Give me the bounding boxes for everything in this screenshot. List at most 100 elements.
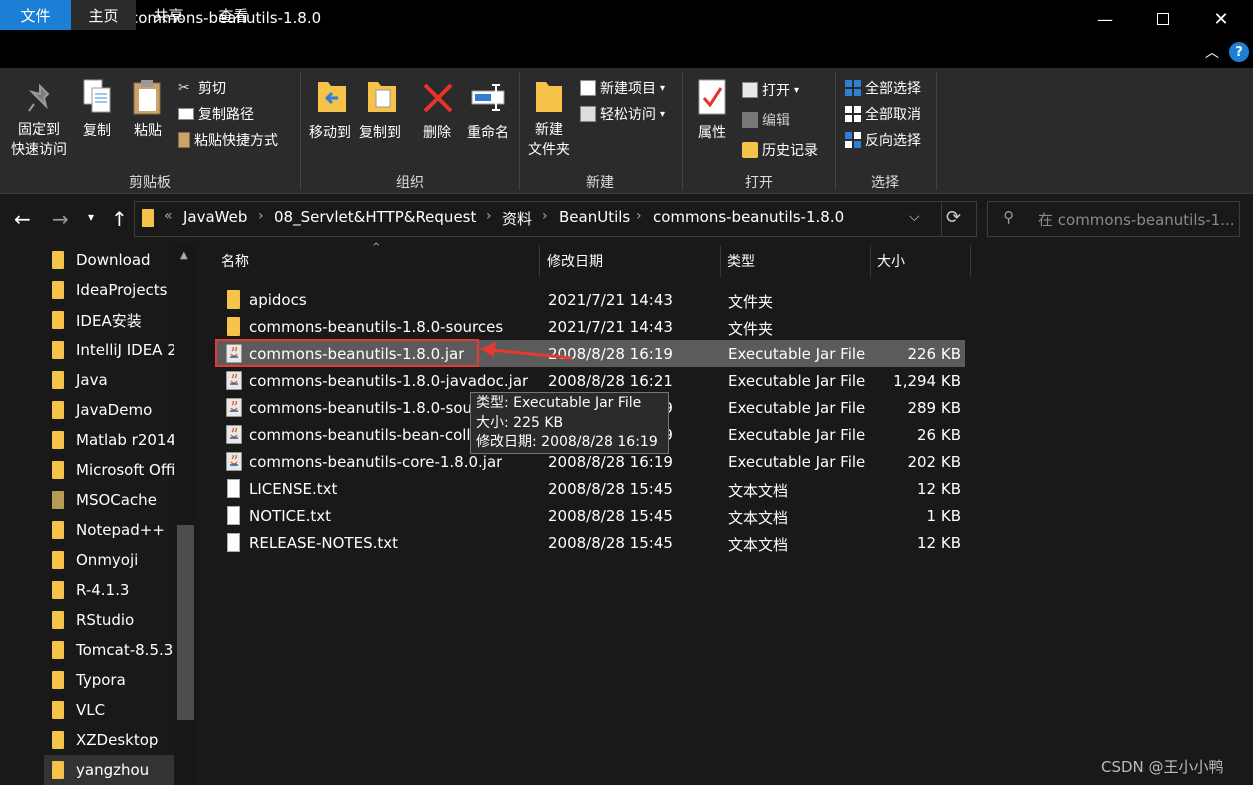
sidebar-item-label: IdeaProjects — [76, 281, 168, 299]
edit-button[interactable]: 编辑 — [742, 110, 790, 130]
move-to-button[interactable]: 移动到 — [306, 122, 354, 142]
folder-icon — [52, 371, 64, 389]
refresh-icon[interactable]: ⟳ — [946, 207, 961, 228]
help-icon[interactable]: ? — [1229, 42, 1249, 62]
address-dropdown-icon[interactable]: ⌵ — [909, 209, 920, 225]
sidebar-item[interactable]: Matlab r2014b — [52, 425, 174, 455]
folder-icon — [52, 251, 64, 269]
sidebar-item[interactable]: Java — [52, 365, 174, 395]
delete-button[interactable]: 删除 — [418, 122, 456, 142]
folder-icon — [52, 341, 64, 359]
text-file-icon — [227, 533, 240, 552]
sidebar-item[interactable]: Typora — [52, 665, 174, 695]
sidebar-item-label: Download — [76, 251, 151, 269]
sidebar-item[interactable]: Download — [52, 245, 174, 275]
jar-icon — [226, 425, 242, 444]
tab-home[interactable]: 主页 — [71, 0, 136, 30]
tab-share[interactable]: 共享 — [136, 0, 201, 30]
minimize-button[interactable]: — — [1075, 0, 1135, 38]
breadcrumb-current[interactable]: commons-beanutils-1.8.0 — [653, 208, 844, 226]
invert-selection-icon — [845, 132, 861, 148]
new-folder-label-2: 文件夹 — [528, 142, 570, 158]
select-none-button[interactable]: 全部取消 — [845, 104, 921, 124]
new-folder-button[interactable]: 新建 文件夹 — [522, 120, 576, 160]
new-folder-label: 新建 — [535, 122, 563, 138]
sidebar-item[interactable]: MSOCache — [52, 485, 174, 515]
scrollbar-thumb[interactable] — [177, 525, 194, 720]
up-arrow-icon[interactable]: ↑ — [111, 207, 128, 231]
breadcrumb-beanutils[interactable]: BeanUtils — [559, 208, 630, 226]
collapse-ribbon-icon[interactable]: ︿ — [1205, 42, 1219, 62]
chevron-right-icon[interactable]: › — [636, 208, 642, 224]
select-all-label: 全部选择 — [865, 81, 921, 97]
sidebar-item[interactable]: IntelliJ IDEA 20 — [52, 335, 174, 365]
sidebar-item[interactable]: R-4.1.3 — [52, 575, 174, 605]
paste-button[interactable]: 粘贴 — [127, 120, 169, 140]
file-row[interactable]: LICENSE.txt 2008/8/28 15:45 文本文档 12 KB — [215, 475, 965, 502]
recent-locations-icon[interactable]: ▾ — [88, 210, 94, 224]
select-all-button[interactable]: 全部选择 — [845, 78, 921, 98]
properties-button[interactable]: 属性 — [691, 122, 733, 142]
back-arrow-icon[interactable]: ← — [14, 207, 31, 231]
maximize-button[interactable] — [1133, 0, 1193, 38]
breadcrumb-javaweb[interactable]: JavaWeb — [183, 208, 247, 226]
sidebar-item[interactable]: XZDesktop — [52, 725, 174, 755]
file-row[interactable]: commons-beanutils-1.8.0-sources 2021/7/21… — [215, 313, 965, 340]
folder-icon — [52, 701, 64, 719]
file-date: 2008/8/28 15:45 — [548, 480, 673, 498]
column-header-date[interactable]: 修改日期 — [541, 245, 721, 277]
sidebar-item[interactable]: Microsoft Office — [52, 455, 174, 485]
column-header-type[interactable]: 类型 — [721, 245, 871, 277]
breadcrumb-servlet[interactable]: 08_Servlet&HTTP&Request — [274, 208, 476, 226]
sidebar-item-label: Microsoft Office — [76, 461, 174, 479]
select-group-label: 选择 — [871, 175, 899, 191]
pin-quick-access-button[interactable]: 固定到 快速访问 — [8, 120, 70, 160]
sidebar-item[interactable]: yangzhou — [44, 755, 174, 785]
tab-file[interactable]: 文件 — [0, 0, 71, 30]
pin-label: 固定到 — [18, 122, 60, 138]
file-tooltip: 类型: Executable Jar File 大小: 225 KB 修改日期:… — [470, 392, 669, 454]
chevron-right-icon[interactable]: › — [542, 208, 548, 224]
sidebar-item[interactable]: Onmyoji — [52, 545, 174, 575]
watermark: CSDN @王小小鸭 — [1101, 758, 1224, 776]
rename-button[interactable]: 重命名 — [463, 122, 513, 142]
sidebar-item[interactable]: Tomcat-8.5.31 — [52, 635, 174, 665]
sidebar-item[interactable]: VLC — [52, 695, 174, 725]
copy-button[interactable]: 复制 — [76, 120, 118, 140]
file-row[interactable]: NOTICE.txt 2008/8/28 15:45 文本文档 1 KB — [215, 502, 965, 529]
scroll-up-icon[interactable]: ▲ — [180, 250, 188, 261]
cut-button[interactable]: ✂ 剪切 — [178, 78, 226, 98]
history-button[interactable]: 历史记录 — [742, 140, 818, 160]
invert-selection-button[interactable]: 反向选择 — [845, 130, 921, 150]
breadcrumb-materials[interactable]: 资料 — [502, 208, 532, 229]
overflow-crumb[interactable]: « — [164, 208, 173, 224]
chevron-right-icon[interactable]: › — [258, 208, 264, 224]
sidebar-item[interactable]: IdeaProjects — [52, 275, 174, 305]
sidebar-item-label: Matlab r2014b — [76, 431, 174, 449]
jar-icon — [226, 398, 242, 417]
new-item-button[interactable]: 新建项目 ▾ — [580, 78, 665, 98]
sidebar-item[interactable]: RStudio — [52, 605, 174, 635]
column-header-size[interactable]: 大小 — [871, 245, 971, 277]
copy-path-button[interactable]: 复制路径 — [178, 104, 254, 124]
cut-label: 剪切 — [198, 81, 226, 97]
file-name: RELEASE-NOTES.txt — [249, 534, 399, 552]
chevron-right-icon[interactable]: › — [486, 208, 492, 224]
close-button[interactable]: ✕ — [1191, 0, 1251, 38]
column-header-name[interactable]: 名称 — [215, 245, 540, 277]
file-row[interactable]: RELEASE-NOTES.txt 2008/8/28 15:45 文本文档 12 K… — [215, 529, 965, 556]
copy-to-button[interactable]: 复制到 — [356, 122, 404, 142]
file-row[interactable]: apidocs 2021/7/21 14:43 文件夹 — [215, 286, 965, 313]
folder-icon — [52, 401, 64, 419]
sidebar-item[interactable]: JavaDemo — [52, 395, 174, 425]
forward-arrow-icon[interactable]: → — [52, 207, 69, 231]
paste-shortcut-button[interactable]: 粘贴快捷方式 — [178, 130, 278, 150]
sidebar-item[interactable]: Notepad++ — [52, 515, 174, 545]
file-row[interactable]: commons-beanutils-1.8.0-javadoc.jar 2008/… — [215, 367, 965, 394]
tab-view[interactable]: 查看 — [201, 0, 266, 30]
sidebar-item[interactable]: IDEA安装 — [52, 305, 174, 335]
new-group-label: 新建 — [586, 175, 614, 191]
copy-path-icon — [178, 108, 194, 120]
open-button[interactable]: 打开 ▾ — [742, 80, 799, 100]
easy-access-button[interactable]: 轻松访问 ▾ — [580, 104, 665, 124]
